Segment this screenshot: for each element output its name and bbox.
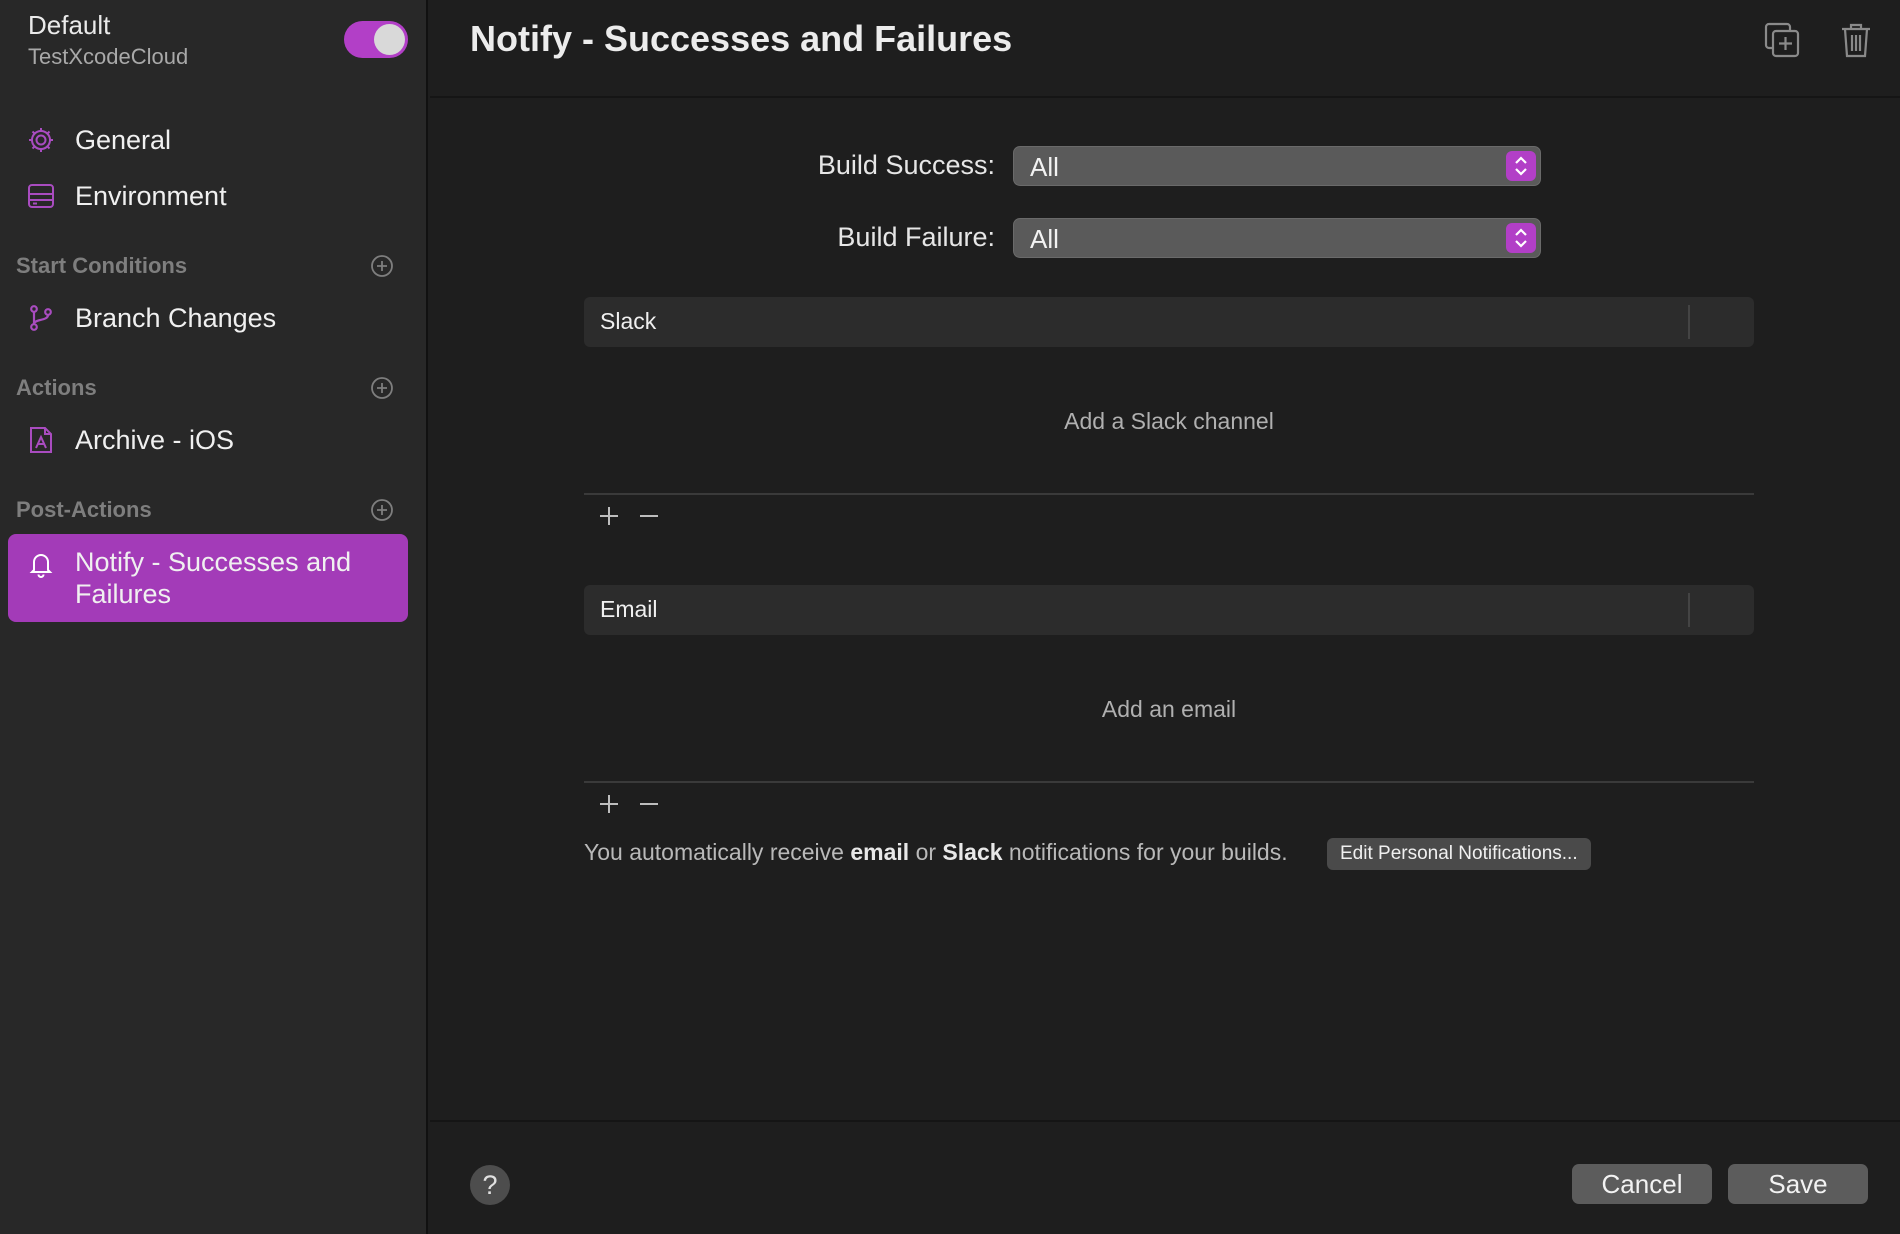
section-title-start-conditions: Start Conditions	[16, 253, 188, 278]
email-column-header: Email	[600, 596, 658, 622]
build-success-value: All	[1030, 152, 1059, 182]
slack-column-header: Slack	[600, 308, 657, 334]
add-post-action-icon[interactable]	[370, 498, 394, 522]
remove-slack-channel-button[interactable]	[636, 503, 662, 529]
sidebar-item-branch-changes[interactable]: Branch Changes	[8, 291, 408, 345]
archive-icon	[25, 424, 57, 456]
personal-notifications-info: You automatically receive email or Slack…	[584, 839, 1288, 866]
email-add-remove	[596, 791, 662, 821]
sidebar-item-general[interactable]: General	[8, 113, 408, 167]
server-icon	[25, 180, 57, 212]
section-title-actions: Actions	[16, 375, 97, 400]
info-or-word: or	[915, 839, 937, 865]
column-divider	[1688, 593, 1690, 627]
build-failure-value: All	[1030, 224, 1059, 254]
sidebar-item-label: Branch Changes	[75, 303, 277, 333]
product-name: TestXcodeCloud	[28, 44, 189, 69]
branch-icon	[25, 302, 57, 334]
build-failure-label: Build Failure:	[837, 222, 995, 252]
workflow-header: Default TestXcodeCloud	[28, 10, 188, 72]
workflow-enabled-toggle[interactable]	[344, 21, 408, 58]
add-email-button[interactable]	[596, 791, 622, 817]
app-window: Default TestXcodeCloud General Environme…	[0, 0, 1900, 1234]
build-success-select[interactable]: All	[1013, 146, 1541, 186]
duplicate-icon[interactable]	[1762, 20, 1802, 60]
sidebar-item-archive-ios[interactable]: Archive - iOS	[8, 413, 408, 467]
info-email-word: email	[850, 839, 910, 865]
info-slack-word: Slack	[942, 839, 1003, 865]
slack-table-divider	[584, 493, 1754, 495]
edit-personal-notifications-button[interactable]: Edit Personal Notifications...	[1327, 838, 1591, 870]
email-table-divider	[584, 781, 1754, 783]
sidebar-item-label: Notify - Successes and Failures	[75, 547, 352, 609]
sidebar-item-label: Environment	[75, 181, 227, 211]
remove-email-button[interactable]	[636, 791, 662, 817]
gear-icon	[25, 124, 57, 156]
add-start-condition-icon[interactable]	[370, 254, 394, 278]
email-table-header: Email	[584, 585, 1754, 635]
bell-icon	[25, 548, 57, 580]
header-divider	[430, 96, 1900, 98]
slack-add-remove	[596, 503, 662, 533]
main-panel: Notify - Successes and Failures Build Su…	[430, 0, 1900, 1234]
column-divider	[1688, 305, 1690, 339]
toggle-knob	[374, 24, 405, 55]
slack-empty-placeholder: Add a Slack channel	[1064, 408, 1274, 434]
add-slack-channel-button[interactable]	[596, 503, 622, 529]
sidebar-item-environment[interactable]: Environment	[8, 169, 408, 223]
workflow-name: Default	[28, 10, 111, 40]
help-button[interactable]: ?	[470, 1165, 510, 1205]
sidebar-item-label: General	[75, 125, 172, 155]
info-text-post: notifications for your builds.	[1008, 839, 1288, 865]
sidebar-item-label: Archive - iOS	[75, 425, 235, 455]
sidebar-item-notify[interactable]: Notify - Successes and Failures	[8, 534, 408, 622]
email-empty-placeholder: Add an email	[1101, 696, 1237, 722]
chevron-up-down-icon	[1506, 223, 1536, 253]
page-title: Notify - Successes and Failures	[470, 18, 1013, 59]
trash-icon[interactable]	[1836, 20, 1876, 60]
sidebar: Default TestXcodeCloud General Environme…	[0, 0, 428, 1234]
save-button[interactable]: Save	[1728, 1164, 1868, 1204]
add-action-icon[interactable]	[370, 376, 394, 400]
info-text-pre: You automatically receive	[584, 839, 844, 865]
section-title-post-actions: Post-Actions	[16, 497, 152, 522]
build-failure-select[interactable]: All	[1013, 218, 1541, 258]
slack-table-header: Slack	[584, 297, 1754, 347]
build-success-label: Build Success:	[817, 150, 995, 180]
cancel-button[interactable]: Cancel	[1572, 1164, 1712, 1204]
footer-divider	[430, 1120, 1900, 1122]
chevron-up-down-icon	[1506, 151, 1536, 181]
